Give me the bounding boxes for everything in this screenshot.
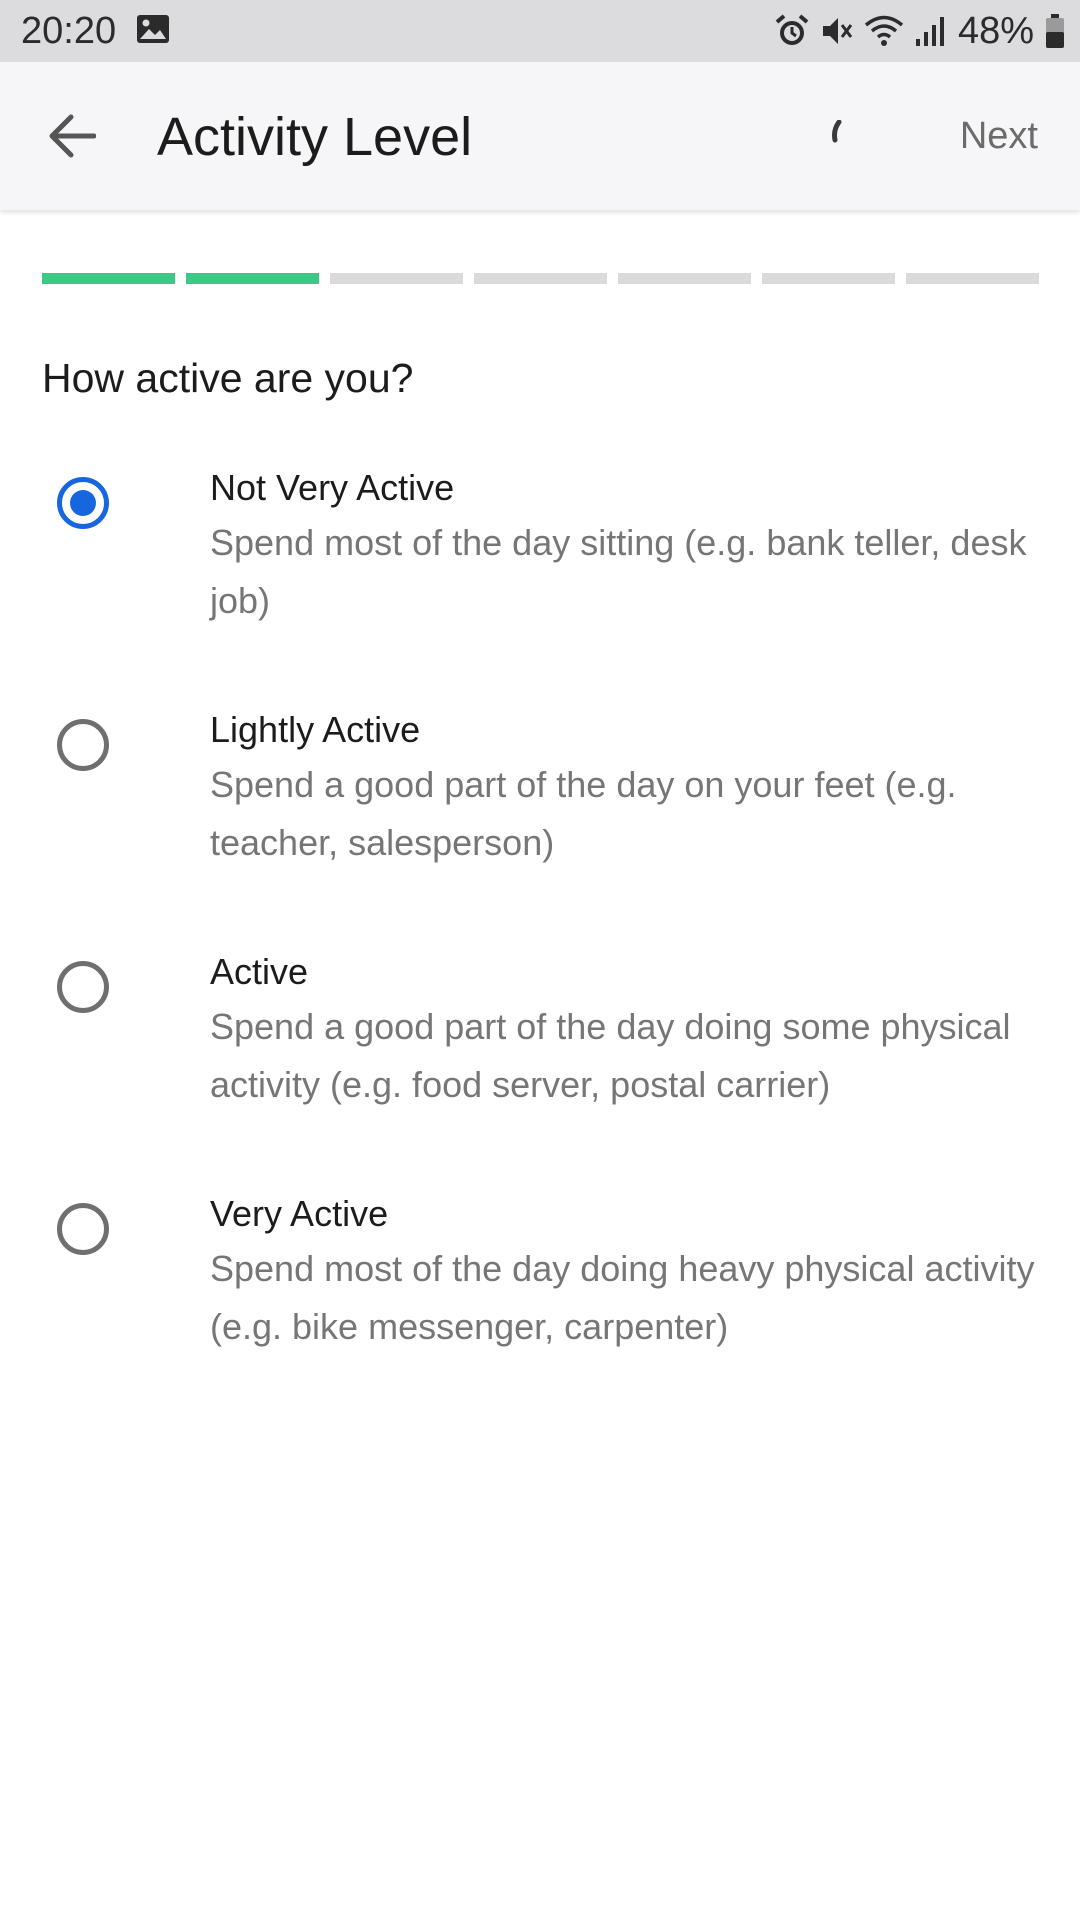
signal-icon [914,15,946,47]
option-description: Spend most of the day doing heavy physic… [210,1248,1035,1347]
activity-options: Not Very Active Spend most of the day si… [0,462,1080,1356]
step-progress [42,273,1039,284]
status-time: 20:20 [21,10,117,52]
option-active[interactable]: Active Spend a good part of the day doin… [0,946,1080,1114]
option-not-very-active[interactable]: Not Very Active Spend most of the day si… [0,462,1080,630]
gallery-icon [136,14,170,49]
status-bar: 20:20 48% [0,0,1080,62]
question-heading: How active are you? [42,355,414,401]
progress-step [330,273,463,284]
option-description: Spend a good part of the day on your fee… [210,764,957,863]
next-button[interactable]: Next [960,114,1038,158]
progress-step [186,273,319,284]
back-button[interactable] [44,110,100,162]
radio-button[interactable] [57,961,109,1013]
progress-step [618,273,751,284]
wifi-icon [864,14,904,48]
option-description: Spend a good part of the day doing some … [210,1006,1011,1105]
option-title: Active [210,951,309,992]
status-icons: 48% [764,10,1066,52]
mute-icon [820,14,854,48]
alarm-icon [774,13,810,49]
option-description: Spend most of the day sitting (e.g. bank… [210,522,1027,621]
progress-step [42,273,175,284]
progress-step [474,273,607,284]
back-arrow-icon [49,114,96,158]
app-bar: Activity Level Next [0,62,1080,210]
option-title: Very Active [210,1193,389,1234]
page-title: Activity Level [157,107,473,167]
loading-spinner-icon [830,119,844,149]
radio-button-selected[interactable] [57,477,109,529]
progress-step [762,273,895,284]
radio-button[interactable] [57,719,109,771]
radio-button[interactable] [57,1203,109,1255]
option-title: Not Very Active [210,467,455,508]
battery-percent: 48% [957,10,1034,52]
option-title: Lightly Active [210,709,421,750]
option-very-active[interactable]: Very Active Spend most of the day doing … [0,1188,1080,1356]
battery-icon [1044,13,1066,49]
progress-step [906,273,1039,284]
option-lightly-active[interactable]: Lightly Active Spend a good part of the … [0,704,1080,872]
